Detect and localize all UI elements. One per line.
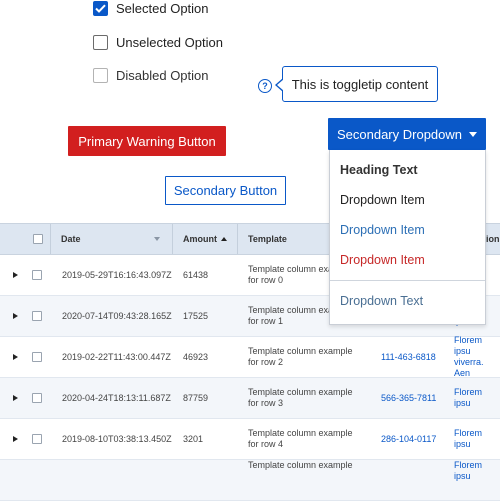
- dropdown-menu: Heading Text Dropdown Item Dropdown Item…: [329, 150, 486, 325]
- cell-description: Florem ipsu viverra. Aen: [454, 335, 484, 378]
- row-expander-icon[interactable]: [13, 337, 18, 377]
- row-expander-icon[interactable]: [13, 296, 18, 336]
- cell-template: Template column example: [248, 460, 353, 470]
- column-header-label: ion: [486, 234, 500, 244]
- table-row[interactable]: 2019-08-10T03:38:13.450Z 3201 Template c…: [0, 419, 500, 460]
- cell-description: Florem ipsu: [454, 428, 483, 449]
- dropdown-item[interactable]: Dropdown Item: [340, 223, 425, 237]
- table-row[interactable]: 2019-02-22T11:43:00.447Z 46923 Template …: [0, 335, 500, 378]
- cell-amount: 46923: [183, 352, 209, 362]
- checkbox-disabled-icon: [93, 68, 108, 83]
- primary-warning-button[interactable]: Primary Warning Button: [68, 126, 226, 156]
- sort-down-icon[interactable]: [154, 224, 160, 254]
- cell-template: Template column example for row 2: [248, 346, 353, 367]
- row-checkbox[interactable]: [32, 296, 42, 336]
- secondary-dropdown-button[interactable]: Secondary Dropdown: [328, 118, 486, 150]
- checkbox-icon[interactable]: [33, 234, 43, 244]
- cell-date: 2020-04-24T18:13:11.687Z: [62, 393, 171, 403]
- toggletip-text: This is toggletip content: [291, 76, 429, 92]
- cell-date: 2020-07-14T09:43:28.165Z: [62, 311, 172, 321]
- checkbox-label: Unselected Option: [116, 35, 223, 50]
- caret-down-icon: [469, 131, 478, 137]
- toggletip-content: This is toggletip content: [282, 66, 438, 102]
- dropdown-divider: [330, 280, 485, 281]
- cell-amount: 3201: [183, 434, 204, 444]
- cell-phone-link[interactable]: 111-463-6818: [381, 337, 436, 377]
- sort-up-icon[interactable]: [221, 224, 227, 254]
- column-header-amount[interactable]: Amount: [183, 224, 217, 254]
- cell-date: 2019-02-22T11:43:00.447Z: [62, 352, 171, 362]
- dropdown-item[interactable]: Dropdown Item: [340, 193, 425, 207]
- cell-description: Florem ipsu: [454, 460, 483, 481]
- checkbox-checked-icon[interactable]: [93, 1, 108, 16]
- cell-amount: 17525: [183, 311, 209, 321]
- row-checkbox[interactable]: [32, 378, 42, 418]
- checkbox-disabled-option: Disabled Option: [93, 68, 209, 83]
- column-header-label: Amount: [183, 234, 217, 244]
- help-circle-icon[interactable]: ?: [258, 79, 272, 93]
- table-row[interactable]: 2020-04-24T18:13:11.687Z 87759 Template …: [0, 378, 500, 419]
- cell-amount: 87759: [183, 393, 209, 403]
- cell-template: Template column example for row 3: [248, 387, 353, 408]
- row-checkbox[interactable]: [32, 419, 42, 459]
- row-expander-icon[interactable]: [13, 255, 18, 295]
- cell-date: 2019-05-29T16:16:43.097Z: [62, 270, 172, 280]
- table-row[interactable]: Template column example Florem ipsu: [0, 460, 500, 501]
- column-header-date[interactable]: Date: [61, 224, 81, 254]
- column-header-description[interactable]: ion: [486, 224, 500, 254]
- toggletip-arrow-inner: [277, 79, 284, 91]
- row-expander-icon[interactable]: [13, 378, 18, 418]
- header-select-all-checkbox[interactable]: [33, 224, 43, 254]
- secondary-button[interactable]: Secondary Button: [165, 176, 286, 205]
- row-checkbox[interactable]: [32, 337, 42, 377]
- row-checkbox[interactable]: [32, 255, 42, 295]
- cell-description: Florem ipsu: [454, 387, 483, 408]
- checkbox-label: Selected Option: [116, 1, 209, 16]
- checkbox-selected-option[interactable]: Selected Option: [93, 1, 209, 16]
- checkbox-unselected-option[interactable]: Unselected Option: [93, 35, 223, 50]
- dropdown-text: Dropdown Text: [340, 294, 424, 308]
- dropdown-item-danger[interactable]: Dropdown Item: [340, 253, 425, 267]
- dropdown-heading: Heading Text: [340, 163, 418, 177]
- row-expander-icon[interactable]: [13, 419, 18, 459]
- cell-date: 2019-08-10T03:38:13.450Z: [62, 434, 172, 444]
- cell-phone-link[interactable]: 566-365-7811: [381, 378, 436, 418]
- cell-template: Template column example for row 4: [248, 428, 353, 449]
- column-header-label: Date: [61, 234, 81, 244]
- column-header-label: Template: [248, 234, 287, 244]
- checkbox-unchecked-icon[interactable]: [93, 35, 108, 50]
- cell-phone-link[interactable]: 286-104-0117: [381, 419, 436, 459]
- dropdown-button-label: Secondary Dropdown: [336, 126, 463, 142]
- cell-amount: 61438: [183, 270, 209, 280]
- checkbox-label: Disabled Option: [116, 68, 209, 83]
- column-header-template[interactable]: Template: [248, 224, 287, 254]
